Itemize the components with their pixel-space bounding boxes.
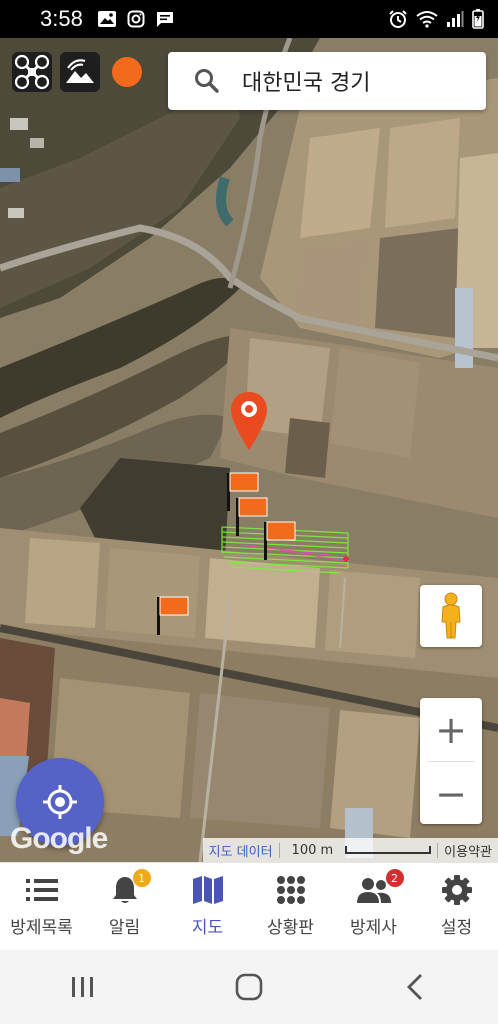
bottom-navigation: 방제목록 1 알림 지도 상황판 2 방제사 설정: [0, 862, 498, 950]
back-icon: [407, 974, 422, 1000]
nav-label: 방제사: [350, 918, 397, 938]
back-button[interactable]: [375, 962, 455, 1012]
system-navigation-bar: [0, 950, 498, 1024]
signal-icon: [447, 11, 464, 27]
scale-bar: [345, 846, 432, 854]
recents-icon: [72, 977, 93, 997]
battery-icon: [472, 9, 484, 29]
nav-label: 방제목록: [10, 918, 73, 938]
zoom-in-button[interactable]: +: [420, 698, 482, 761]
google-logo: Google: [10, 822, 108, 855]
nav-label: 지도: [191, 918, 224, 938]
satellite-layer-icon: [65, 57, 95, 87]
scale-label: 100 m: [291, 842, 334, 858]
nav-operators[interactable]: 2 방제사: [332, 863, 415, 950]
connection-status-dot[interactable]: [112, 57, 142, 87]
search-input[interactable]: 대한민국 경기: [242, 65, 370, 97]
recents-button[interactable]: [43, 962, 123, 1012]
pegman-icon: [441, 592, 461, 639]
zoom-controls: + −: [420, 698, 482, 824]
home-icon: [235, 973, 263, 1001]
nav-notifications[interactable]: 1 알림: [83, 863, 166, 950]
status-bar: 3:58: [0, 0, 498, 38]
nav-map[interactable]: 지도: [166, 863, 249, 950]
nav-spray-list[interactable]: 방제목록: [0, 863, 83, 950]
map-attribution: 지도 데이터 100 m 이용약관: [202, 838, 498, 862]
location-marker[interactable]: [229, 390, 269, 452]
nav-dashboard[interactable]: 상황판: [249, 863, 332, 950]
wifi-icon: [416, 11, 438, 28]
alarm-icon: [389, 10, 407, 28]
grid-icon: [276, 876, 305, 904]
map-layer-button[interactable]: [60, 52, 100, 92]
status-time: 3:58: [40, 6, 83, 31]
list-icon: [25, 879, 58, 901]
field-flag[interactable]: [262, 520, 298, 562]
crosshair-icon: [43, 785, 77, 819]
message-icon: [156, 12, 173, 27]
notification-badge: 1: [132, 869, 151, 887]
zoom-out-button[interactable]: −: [420, 762, 482, 825]
terms-link[interactable]: 이용약관: [438, 841, 498, 860]
field-flag[interactable]: [155, 595, 191, 637]
nav-label: 알림: [108, 918, 141, 938]
search-bar[interactable]: 대한민국 경기: [168, 52, 486, 110]
drone-icon: [14, 54, 50, 90]
map-scale: 100 m: [278, 842, 439, 858]
nav-label: 상황판: [267, 918, 314, 938]
home-button[interactable]: [209, 962, 289, 1012]
map-top-controls: [12, 52, 142, 92]
gear-icon: [441, 875, 472, 905]
map-data-link[interactable]: 지도 데이터: [203, 841, 279, 860]
nav-label: 설정: [440, 918, 473, 938]
image-icon: [97, 11, 116, 27]
operators-badge: 2: [385, 869, 404, 887]
street-view-button[interactable]: [420, 585, 482, 647]
map-view[interactable]: 대한민국 경기 + − Google 지도 데이터 100 m 이용약관: [0, 38, 498, 862]
search-icon: [195, 69, 219, 93]
map-icon: [192, 876, 223, 904]
instagram-icon: [127, 10, 145, 28]
drone-button[interactable]: [12, 52, 52, 92]
nav-settings[interactable]: 설정: [415, 863, 498, 950]
